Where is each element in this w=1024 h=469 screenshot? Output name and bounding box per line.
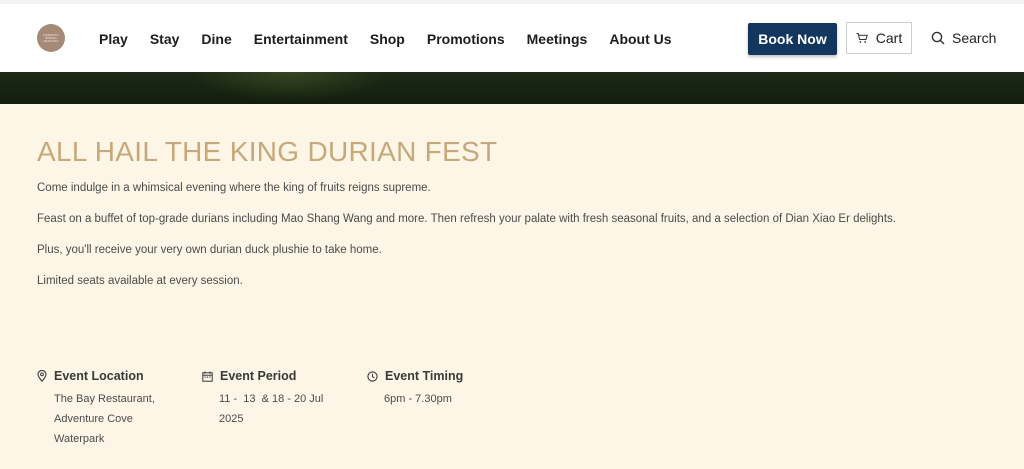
event-title: ALL HAIL THE KING DURIAN FEST (37, 136, 498, 167)
cart-label: Cart (875, 30, 903, 46)
event-timing-line: 6pm - 7.30pm (384, 393, 452, 405)
event-location-heading: Event Location (54, 369, 144, 383)
calendar-icon (202, 371, 213, 382)
event-period-heading: Event Period (220, 369, 297, 383)
event-description-3: Plus, you'll receive your very own duria… (37, 244, 382, 256)
book-now-button[interactable]: Book Now (748, 23, 837, 55)
search-button[interactable]: Search (931, 30, 996, 46)
event-period-line: 2025 (219, 413, 244, 425)
event-description-4: Limited seats available at every session… (37, 275, 243, 287)
cart-button[interactable]: Cart (846, 22, 912, 54)
nav-item-shop[interactable]: Shop (370, 31, 405, 47)
location-pin-icon (37, 370, 47, 382)
search-icon (931, 31, 945, 45)
main-nav: Play Stay Dine Entertainment Shop Promot… (99, 31, 694, 47)
site-logo[interactable]: RESORTS WORLD SENTOSA (37, 24, 65, 52)
event-location-line: Waterpark (54, 433, 105, 445)
event-location: Event Location The Bay Restaurant, Adven… (37, 369, 155, 449)
event-location-line: The Bay Restaurant, (54, 393, 155, 405)
nav-item-entertainment[interactable]: Entertainment (254, 31, 348, 47)
event-period-line: 11 - 13 & 18 - 20 Jul (219, 393, 324, 405)
logo-text: RESORTS WORLD SENTOSA (43, 32, 59, 43)
cart-icon (856, 33, 868, 43)
event-period: Event Period 11 - 13 & 18 - 20 Jul 2025 (202, 369, 323, 429)
nav-item-play[interactable]: Play (99, 31, 128, 47)
nav-item-promotions[interactable]: Promotions (427, 31, 505, 47)
clock-icon (367, 370, 378, 382)
hero-image (0, 72, 1024, 104)
event-location-line: Adventure Cove (54, 413, 133, 425)
event-timing-heading: Event Timing (385, 369, 464, 383)
nav-item-dine[interactable]: Dine (201, 31, 231, 47)
event-timing: Event Timing 6pm - 7.30pm (367, 369, 463, 409)
search-label: Search (952, 30, 997, 46)
nav-item-about-us[interactable]: About Us (609, 31, 671, 47)
nav-item-meetings[interactable]: Meetings (527, 31, 588, 47)
nav-item-stay[interactable]: Stay (150, 31, 180, 47)
event-description-1: Come indulge in a whimsical evening wher… (37, 182, 431, 194)
site-header: RESORTS WORLD SENTOSA Play Stay Dine Ent… (0, 4, 1024, 72)
event-description-2: Feast on a buffet of top-grade durians i… (37, 213, 896, 225)
